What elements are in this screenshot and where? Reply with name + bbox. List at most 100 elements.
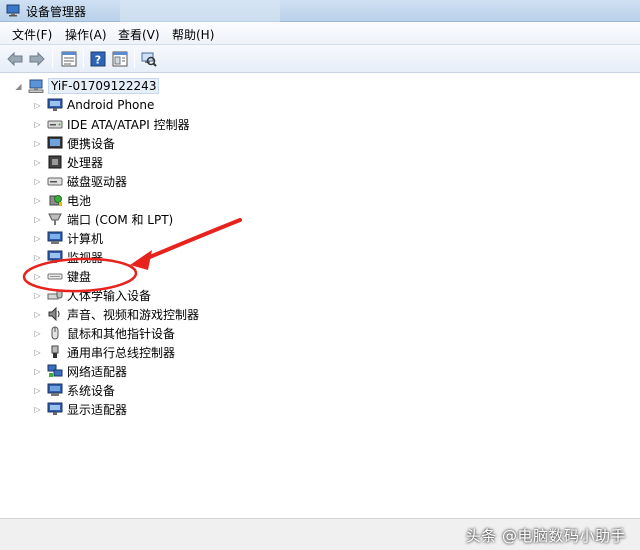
tree-item-label: 处理器: [67, 155, 104, 170]
system-device-icon: [47, 383, 63, 396]
back-arrow-icon: [7, 52, 23, 66]
scan-hardware-icon: [141, 52, 157, 67]
mouse-icon: [51, 326, 59, 340]
action-pane-icon: [112, 51, 128, 67]
tree-item-label: 电池: [67, 193, 92, 208]
action-pane-button[interactable]: [111, 50, 129, 68]
tree-item-label: 便携设备: [67, 136, 116, 151]
processor-icon: [48, 155, 62, 169]
drive-icon: [47, 120, 63, 129]
tree-item-disk-drives[interactable]: ▷ 磁盘驱动器: [33, 172, 127, 190]
tree-item-android-phone[interactable]: ▷ Android Phone: [33, 96, 154, 114]
port-icon: [48, 213, 62, 225]
tree-item-ports[interactable]: ▷ 端口 (COM 和 LPT): [33, 210, 173, 228]
device-tree: ◢ YiF-01709122243 ▷ Android Phone ▷ IDE …: [0, 73, 640, 518]
menu-file[interactable]: 文件(F): [12, 26, 52, 43]
expand-arrow-icon[interactable]: ▷: [33, 253, 42, 262]
tree-item-label: 网络适配器: [67, 364, 128, 379]
toolbar-separator: [134, 50, 135, 68]
toolbar-separator: [52, 50, 53, 68]
expand-arrow-icon[interactable]: ▷: [33, 234, 42, 243]
tree-item-sound-video-game[interactable]: ▷ 声音、视频和游戏控制器: [33, 305, 199, 323]
display-adapter-icon: [47, 402, 63, 415]
tree-item-label: 人体学输入设备: [67, 288, 152, 303]
speaker-icon: [48, 307, 60, 321]
tree-item-ide-controller[interactable]: ▷ IDE ATA/ATAPI 控制器: [33, 115, 190, 133]
tree-item-system-devices[interactable]: ▷ 系统设备: [33, 381, 115, 399]
title-bar-highlight: [120, 0, 280, 22]
monitor-icon: [47, 250, 63, 263]
tree-item-computer[interactable]: ▷ 计算机: [33, 229, 103, 247]
tree-item-monitors[interactable]: ▷ 监视器: [33, 248, 103, 266]
tree-item-portable-devices[interactable]: ▷ 便携设备: [33, 134, 115, 152]
expand-arrow-icon[interactable]: ▷: [33, 215, 42, 224]
tree-item-label: 磁盘驱动器: [67, 174, 128, 189]
forward-arrow-icon: [29, 52, 45, 66]
tree-item-label: 声音、视频和游戏控制器: [67, 307, 200, 322]
expand-arrow-icon[interactable]: ▷: [33, 367, 42, 376]
tree-item-label: 监视器: [67, 250, 104, 265]
expand-arrow-icon[interactable]: ▷: [33, 291, 42, 300]
hid-icon: [47, 289, 63, 300]
computer-name: YiF-01709122243: [48, 78, 160, 94]
expand-arrow-icon[interactable]: ▷: [33, 139, 42, 148]
tree-item-usb-controllers[interactable]: ▷ 通用串行总线控制器: [33, 343, 175, 361]
tree-item-label: 端口 (COM 和 LPT): [67, 212, 174, 227]
tree-item-label: 通用串行总线控制器: [67, 345, 176, 360]
svg-text:?: ?: [95, 54, 101, 67]
properties-icon: [61, 51, 77, 67]
computer-icon: [28, 79, 44, 93]
expand-arrow-icon[interactable]: ▷: [33, 272, 42, 281]
tree-item-display-adapters[interactable]: ▷ 显示适配器: [33, 400, 127, 418]
expand-arrow-icon[interactable]: ▷: [33, 348, 42, 357]
tree-item-processors[interactable]: ▷ 处理器: [33, 153, 103, 171]
window-title: 设备管理器: [26, 5, 87, 19]
expand-arrow-icon[interactable]: ▷: [33, 405, 42, 414]
expand-arrow-icon[interactable]: ▷: [33, 177, 42, 186]
tree-item-label: 系统设备: [67, 383, 116, 398]
expand-arrow-icon[interactable]: ▷: [33, 329, 42, 338]
expand-arrow-icon[interactable]: ▷: [33, 386, 42, 395]
tree-item-mice[interactable]: ▷ 鼠标和其他指针设备: [33, 324, 175, 342]
tree-item-label: IDE ATA/ATAPI 控制器: [67, 117, 190, 132]
help-icon: ?: [90, 51, 106, 67]
help-button[interactable]: ?: [89, 50, 107, 68]
scan-hardware-button[interactable]: [140, 50, 158, 68]
portable-device-icon: [47, 136, 63, 149]
keyboard-icon: [47, 273, 63, 280]
network-icon: [47, 364, 63, 377]
expand-arrow-icon[interactable]: ▷: [33, 120, 42, 129]
tree-item-label: 鼠标和其他指针设备: [67, 326, 176, 341]
tree-root[interactable]: ◢ YiF-01709122243: [14, 77, 160, 95]
menu-action[interactable]: 操作(A): [65, 26, 107, 43]
toolbar: ?: [0, 45, 640, 73]
tree-item-hid[interactable]: ▷ 人体学输入设备: [33, 286, 151, 304]
expand-arrow-icon[interactable]: ▷: [33, 310, 42, 319]
monitor-icon: [47, 98, 63, 111]
menu-help[interactable]: 帮助(H): [172, 26, 214, 43]
tree-item-label: 显示适配器: [67, 402, 128, 417]
menu-view[interactable]: 查看(V): [118, 26, 160, 43]
expand-arrow-icon[interactable]: ▷: [33, 196, 42, 205]
tree-item-keyboards[interactable]: ▷ 键盘: [33, 267, 91, 285]
menu-bar: 文件(F) 操作(A) 查看(V) 帮助(H): [0, 22, 640, 45]
forward-button[interactable]: [28, 50, 46, 68]
title-bar: 设备管理器: [0, 0, 640, 22]
expand-arrow-icon[interactable]: ▷: [33, 101, 42, 110]
watermark: 头条 @电脑数码小助手: [465, 527, 626, 545]
tree-item-label: 计算机: [67, 231, 104, 246]
properties-button[interactable]: [60, 50, 78, 68]
tree-item-label: Android Phone: [67, 98, 155, 112]
status-bar: 头条 @电脑数码小助手: [0, 518, 640, 550]
battery-icon: [49, 195, 62, 206]
tree-item-batteries[interactable]: ▷ 电池: [33, 191, 91, 209]
tree-item-label: 键盘: [67, 269, 92, 284]
back-button[interactable]: [6, 50, 24, 68]
expand-arrow-icon[interactable]: ▷: [33, 158, 42, 167]
computer-icon: [47, 231, 63, 244]
tree-item-network-adapters[interactable]: ▷ 网络适配器: [33, 362, 127, 380]
collapse-arrow-icon[interactable]: ◢: [14, 82, 23, 91]
disk-drive-icon: [47, 177, 63, 186]
device-manager-icon: [6, 4, 20, 17]
toolbar-separator: [83, 50, 84, 68]
